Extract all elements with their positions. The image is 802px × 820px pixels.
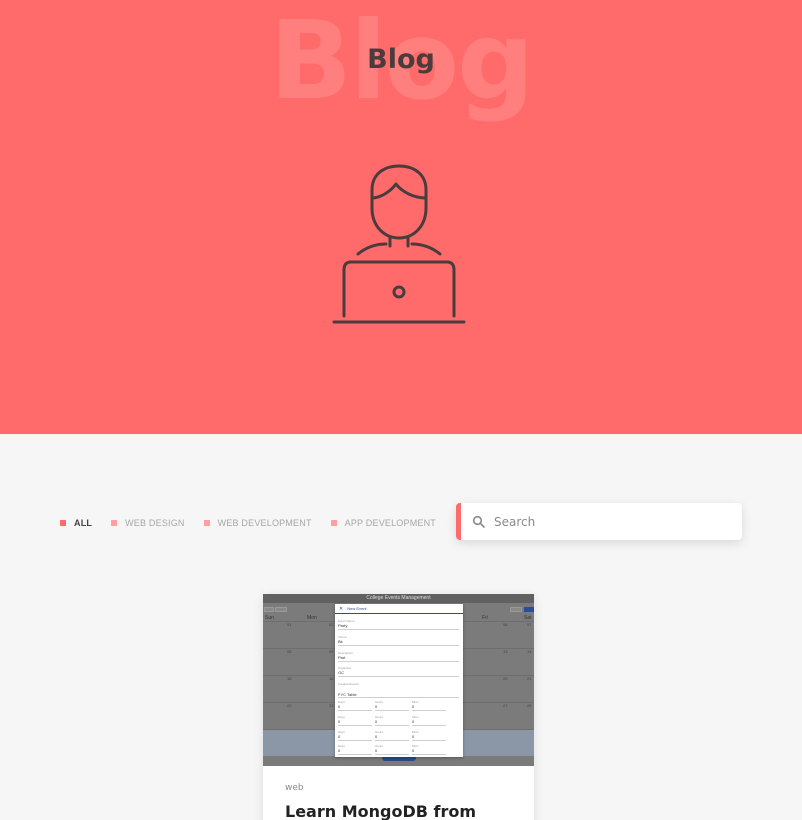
modal-field: Event Name Party: [338, 619, 459, 630]
modal-title: New Event: [347, 606, 367, 611]
filter-marker: [330, 520, 337, 526]
modal-field-value: 0: [338, 704, 341, 709]
filter-marker: [203, 520, 210, 526]
calendar-date: 16: [329, 676, 334, 681]
modal-field: Organiser GC: [338, 666, 459, 677]
person-at-laptop-icon: [332, 164, 466, 324]
thumbnail-event-modal: ✕ New Event Event Name Party Venue Bk De…: [335, 604, 463, 757]
modal-field-value: 0: [412, 734, 415, 739]
calendar-date: 15: [287, 676, 292, 681]
thumbnail-button: [524, 607, 534, 612]
hero-banner: Blog Blog: [0, 0, 802, 434]
calendar-date: 22: [287, 703, 292, 708]
modal-field-value: 0: [375, 748, 378, 753]
modal-field-value: 0: [375, 719, 378, 724]
modal-field-value: Part: [338, 655, 346, 660]
calendar-date: 20: [503, 676, 508, 681]
search-input[interactable]: [494, 514, 724, 529]
calendar-date: 14: [527, 649, 532, 654]
modal-row: Days 0 Hours 0 Mins 0: [338, 700, 459, 711]
thumbnail-button: [264, 607, 274, 612]
calendar-date: 07: [527, 622, 532, 627]
calendar-date: 27: [503, 703, 508, 708]
calendar-date: 06: [503, 622, 508, 627]
calendar-date: 02: [329, 622, 334, 627]
modal-field-value: GC: [338, 670, 344, 675]
calendar-date: 21: [527, 676, 532, 681]
post-thumbnail: College Events Management Sun Mon Fri Sa…: [263, 594, 534, 766]
filter-label: APP DEVELOPMENT: [344, 518, 437, 528]
post-card[interactable]: College Events Management Sun Mon Fri Sa…: [263, 594, 534, 820]
close-icon: ✕: [339, 605, 344, 612]
thumbnail-button: [510, 607, 522, 612]
modal-field: Venue Bk: [338, 635, 459, 646]
filter-label: ALL: [74, 518, 93, 528]
search-icon: [472, 515, 485, 528]
modal-field-value: FYC Table: [338, 692, 357, 697]
modal-field: Created Events FYC Table: [338, 682, 459, 698]
filter-app-development[interactable]: APP DEVELOPMENT: [330, 518, 437, 528]
calendar-date: 28: [527, 703, 532, 708]
filter-label: WEB DESIGN: [125, 518, 185, 528]
page-title: Blog: [367, 44, 435, 75]
filter-label: WEB DEVELOPMENT: [217, 518, 312, 528]
modal-row: Days 0 Hours 0 Mins 0: [338, 744, 459, 755]
modal-row: Days 0 Hours 0 Mins 0: [338, 715, 459, 726]
modal-field-value: 0: [338, 734, 341, 739]
modal-field-value: 0: [375, 734, 378, 739]
modal-header: ✕ New Event: [335, 604, 463, 614]
search-box: [456, 503, 742, 540]
calendar-date: 13: [503, 649, 508, 654]
thumbnail-button: [275, 607, 287, 612]
filter-marker: [60, 520, 66, 526]
modal-row: Days 0 Hours 0 Mins 0: [338, 730, 459, 741]
post-card-body: web Learn MongoDB from: [263, 766, 534, 820]
calendar-date: 23: [329, 703, 334, 708]
modal-field-value: Party: [338, 623, 348, 628]
calendar-date: 08: [287, 649, 292, 654]
filter-marker: [111, 520, 118, 526]
post-category[interactable]: web: [285, 783, 512, 793]
modal-field-value: 0: [412, 748, 415, 753]
calendar-date: 01: [287, 622, 292, 627]
modal-field: Description Part: [338, 651, 459, 662]
filter-all[interactable]: ALL: [60, 518, 92, 528]
modal-field-value: Bk: [338, 639, 343, 644]
filter-web-design[interactable]: WEB DESIGN: [111, 518, 185, 528]
modal-field-value: 0: [412, 719, 415, 724]
modal-field-value: 0: [338, 748, 341, 753]
modal-field-value: 0: [375, 704, 378, 709]
category-filters: ALL WEB DESIGN WEB DEVELOPMENT APP DEVEL…: [60, 517, 455, 529]
calendar-date: 09: [329, 649, 334, 654]
modal-field-value: 0: [338, 719, 341, 724]
modal-field-label: Created Events: [338, 682, 359, 686]
post-title[interactable]: Learn MongoDB from: [285, 801, 512, 820]
modal-field-value: 0: [412, 704, 415, 709]
filter-web-development[interactable]: WEB DEVELOPMENT: [203, 518, 312, 528]
thumbnail-app-title: College Events Management: [366, 595, 431, 601]
